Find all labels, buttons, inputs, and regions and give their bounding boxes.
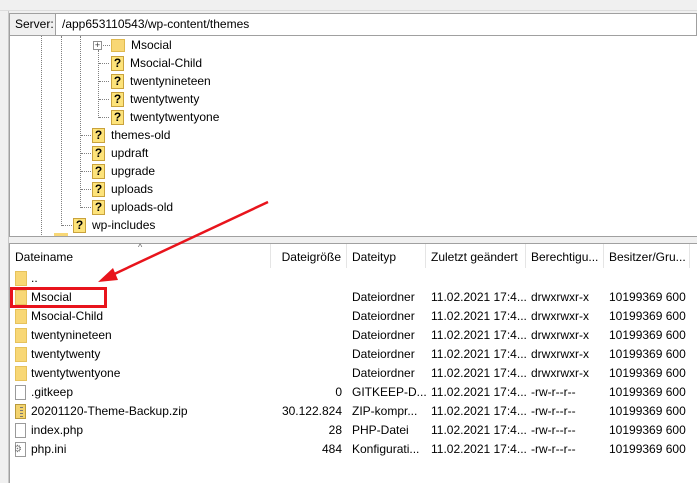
annotation-arrow: [98, 200, 269, 282]
